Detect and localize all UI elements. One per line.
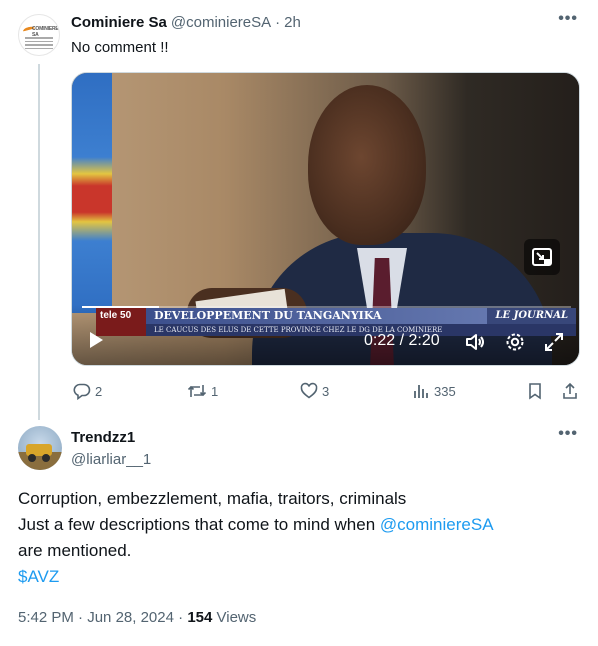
volume-icon[interactable] (464, 331, 486, 353)
tweet-line: Corruption, embezzlement, mafia, traitor… (18, 489, 407, 508)
views-count: 154 (187, 609, 213, 626)
play-icon[interactable] (90, 332, 103, 348)
timestamp[interactable]: 2h (284, 13, 301, 33)
channel-logo: tele 50 (96, 308, 146, 336)
tweet-line: are mentioned. (18, 541, 132, 560)
author-handle[interactable]: @liarliar__1 (71, 450, 151, 470)
bookmark-button[interactable] (526, 380, 544, 402)
tweet-time[interactable]: 5:42 PM (18, 609, 74, 626)
repost-icon (187, 385, 207, 397)
bookmark-icon (529, 383, 541, 400)
views-count: 335 (434, 383, 456, 399)
chyron-program: LE JOURNAL (487, 308, 576, 324)
video-timecode: 0:22 / 2:20 (364, 332, 440, 349)
author-name[interactable]: Cominiere Sa (71, 13, 167, 33)
more-icon[interactable]: ••• (558, 425, 578, 443)
video-progress-bar[interactable] (82, 306, 571, 308)
share-icon (563, 382, 577, 399)
views-icon (414, 385, 428, 398)
tweet-actions: 2 1 3 335 (71, 380, 581, 402)
tweet-line: Just a few descriptions that come to min… (18, 512, 578, 538)
reply-icon (73, 383, 91, 400)
reply-button[interactable]: 2 (73, 380, 102, 402)
tweet-text: No comment !! (71, 39, 169, 56)
like-button[interactable]: 3 (300, 380, 329, 402)
like-count: 3 (322, 383, 330, 399)
reply-count: 2 (95, 383, 103, 399)
video-progress-fill (82, 306, 159, 308)
mention-link[interactable]: @cominiereSA (380, 515, 494, 534)
views-label: Views (216, 609, 257, 626)
views-button[interactable]: 335 (412, 380, 456, 402)
picture-in-picture-button[interactable] (524, 239, 560, 275)
meta-separator: · (173, 609, 188, 626)
more-icon[interactable]: ••• (558, 10, 578, 28)
tweet-header: Cominiere Sa @cominiereSA · 2h (71, 13, 301, 33)
avatar[interactable]: COMINIERE SA (18, 14, 60, 56)
parent-tweet[interactable]: COMINIERE SA Cominiere Sa @cominiereSA ·… (0, 0, 598, 418)
tweet-line-prefix: Just a few descriptions that come to min… (18, 515, 380, 534)
separator: · (275, 14, 281, 31)
fullscreen-icon[interactable] (543, 331, 565, 353)
tweet-date[interactable]: Jun 28, 2024 (87, 609, 174, 626)
tweet-text: Corruption, embezzlement, mafia, traitor… (18, 486, 578, 590)
flag-image (72, 73, 112, 313)
repost-count: 1 (211, 383, 219, 399)
author-handle[interactable]: @cominiereSA (171, 13, 271, 33)
avatar[interactable] (18, 426, 62, 470)
cashtag-link[interactable]: $AVZ (18, 564, 578, 590)
repost-button[interactable]: 1 (187, 380, 218, 402)
share-button[interactable] (561, 380, 579, 402)
like-icon (300, 382, 318, 399)
author-name[interactable]: Trendzz1 (71, 428, 135, 448)
tweet-meta: 5:42 PM · Jun 28, 2024 · 154 Views (18, 608, 256, 628)
video-player[interactable]: tele 50 DEVELOPPEMENT DU TANGANYIKA LE J… (71, 72, 580, 366)
person-image (308, 85, 426, 245)
picture-in-picture-icon (532, 248, 552, 266)
settings-icon[interactable] (504, 331, 526, 353)
meta-separator: · (73, 609, 88, 626)
